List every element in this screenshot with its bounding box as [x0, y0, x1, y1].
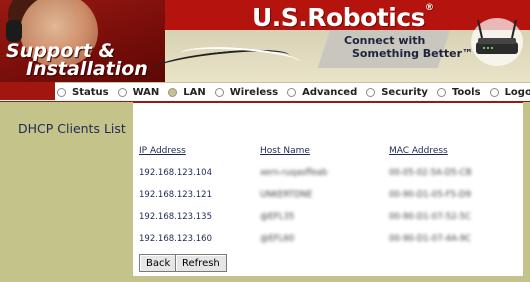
support-line-2: Installation — [26, 58, 148, 80]
right-frame-edge — [523, 102, 530, 282]
bottom-frame-edge — [0, 276, 530, 282]
tagline-line-2: Something Better™ — [352, 47, 474, 60]
table-cell-hostname: @EFL60 — [260, 234, 295, 244]
table-cell-mac: 00-90-D1-07-52-5C — [389, 212, 471, 222]
column-header-ip: IP Address — [139, 146, 186, 156]
refresh-button[interactable]: Refresh — [175, 254, 227, 272]
nav-accent — [0, 82, 55, 100]
nav-item-wireless[interactable]: Wireless — [214, 86, 279, 98]
nav-label: Security — [381, 86, 428, 98]
radio-icon[interactable] — [287, 87, 297, 97]
sidebar: DHCP Clients List — [0, 102, 133, 282]
table-cell-hostname: xern-ruqasffeab — [260, 168, 328, 178]
nav-item-security[interactable]: Security — [366, 87, 428, 98]
nav-label: Tools — [451, 86, 481, 98]
radio-icon[interactable] — [214, 87, 224, 97]
radio-icon[interactable] — [436, 87, 446, 97]
nav-item-lan[interactable]: LAN — [168, 86, 206, 98]
tagline-line-1: Connect with — [344, 34, 426, 47]
column-header-mac: MAC Address — [389, 146, 448, 156]
headset-icon — [6, 20, 22, 42]
column-header-hostname: Host Name — [260, 146, 310, 156]
nav-item-logout[interactable]: Logout — [489, 86, 530, 98]
header-banner: Support & Installation U.S.Robotics® Con… — [0, 0, 530, 82]
nav-label: LAN — [183, 86, 206, 98]
nav-items: Status WAN LAN Wireless Advanced Securit… — [57, 83, 530, 101]
nav-item-tools[interactable]: Tools — [436, 86, 481, 98]
radio-selected-icon[interactable] — [168, 87, 178, 97]
radio-icon[interactable] — [366, 87, 376, 97]
back-button[interactable]: Back — [139, 254, 178, 272]
table-cell-hostname: @EFL35 — [260, 212, 295, 222]
nav-label: WAN — [132, 86, 160, 98]
table-cell-ip: 192.168.123.160 — [139, 234, 213, 244]
table-cell-mac: 00-90-D1-05-F5-D9 — [389, 190, 471, 200]
radio-icon[interactable] — [117, 87, 127, 97]
radio-icon[interactable] — [57, 87, 66, 97]
page-title: DHCP Clients List — [18, 121, 126, 136]
brand-name: U.S.Robotics — [252, 3, 426, 32]
nav-label: Wireless — [229, 86, 279, 98]
nav-item-status[interactable]: Status — [57, 87, 109, 98]
nav-item-wan[interactable]: WAN — [117, 86, 160, 98]
table-cell-mac: 00-05-02-5A-D5-CB — [389, 168, 472, 178]
brand-registered-mark: ® — [425, 3, 434, 13]
table-cell-ip: 192.168.123.104 — [139, 168, 213, 178]
router-icon — [471, 18, 523, 66]
support-installation-title: Support & Installation — [6, 42, 148, 80]
table-cell-ip: 192.168.123.121 — [139, 190, 213, 200]
nav-label: Logout — [504, 86, 530, 98]
table-cell-mac: 00-90-D1-07-4A-9C — [389, 234, 472, 244]
table-cell-hostname: UNKERTDNE — [260, 190, 313, 200]
nav-item-advanced[interactable]: Advanced — [287, 87, 357, 98]
table-cell-ip: 192.168.123.135 — [139, 212, 213, 222]
brand-tagline: Connect with Something Better™ — [344, 34, 473, 60]
nav-label: Status — [72, 86, 109, 98]
nav-label: Advanced — [302, 86, 358, 98]
radio-icon[interactable] — [489, 87, 499, 97]
brand-logo: U.S.Robotics® — [252, 3, 434, 32]
